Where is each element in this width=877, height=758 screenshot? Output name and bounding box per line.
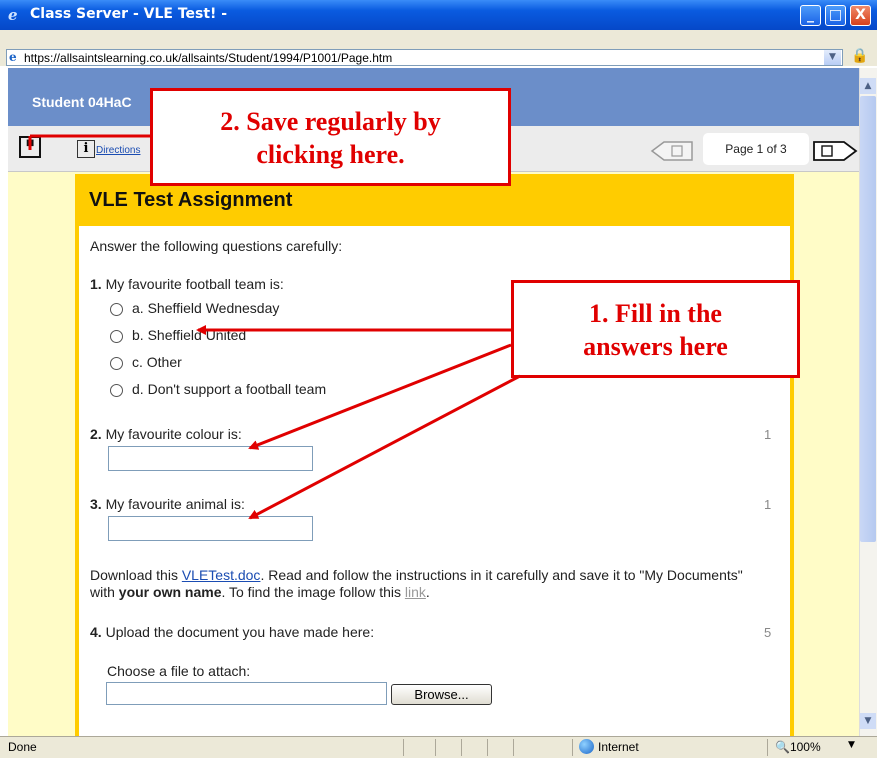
arrow-to-animal-input <box>248 374 521 520</box>
arrow-to-colour-input <box>248 343 512 450</box>
annotation-arrows <box>28 134 521 520</box>
